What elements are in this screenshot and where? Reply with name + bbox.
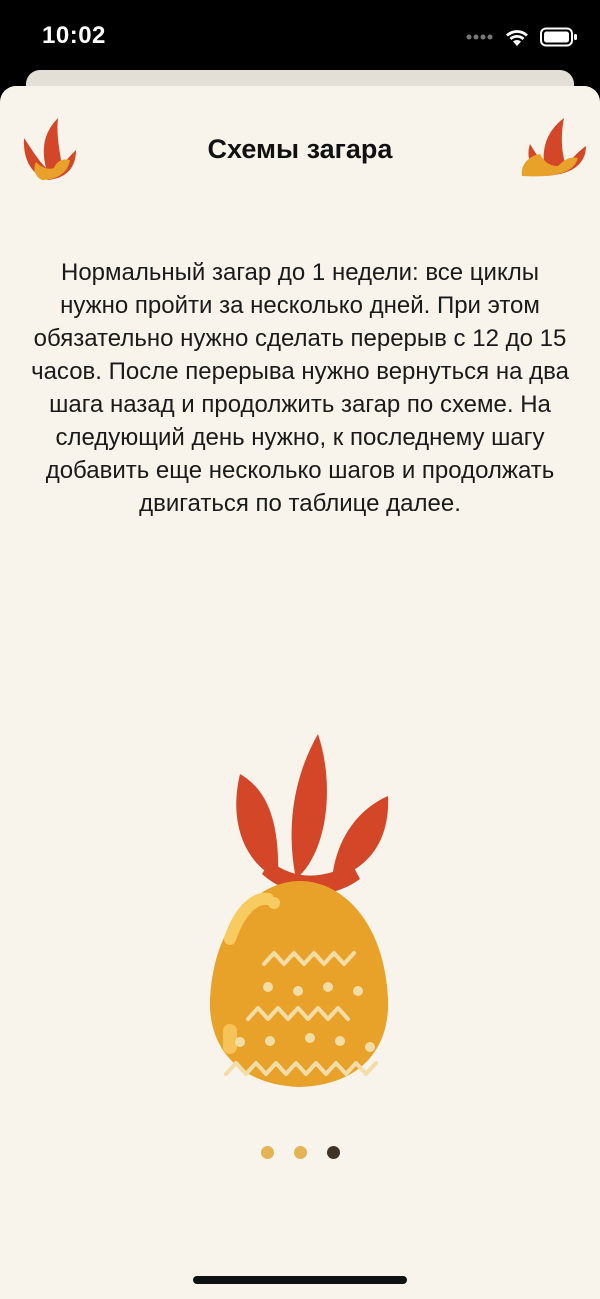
home-indicator[interactable] xyxy=(193,1276,407,1284)
page-dot[interactable] xyxy=(293,1146,307,1159)
modal-sheet: Схемы загара Нормальный загар до 1 недел… xyxy=(0,86,600,1299)
flame-icon xyxy=(521,118,586,177)
page-title: Схемы загара xyxy=(207,134,393,164)
description-text: Нормальный загар до 1 недели: все циклы … xyxy=(31,259,569,517)
cellular-signal-icon xyxy=(466,34,493,40)
wifi-icon xyxy=(506,30,528,46)
status-indicators xyxy=(466,24,578,50)
pineapple-illustration xyxy=(209,734,389,1087)
battery-icon xyxy=(540,27,577,47)
page-indicator[interactable] xyxy=(0,1146,600,1159)
status-time: 10:02 xyxy=(42,22,106,49)
page-dot[interactable] xyxy=(260,1146,274,1159)
status-bar: 10:02 xyxy=(0,0,600,70)
page-dot-active[interactable] xyxy=(326,1146,340,1159)
